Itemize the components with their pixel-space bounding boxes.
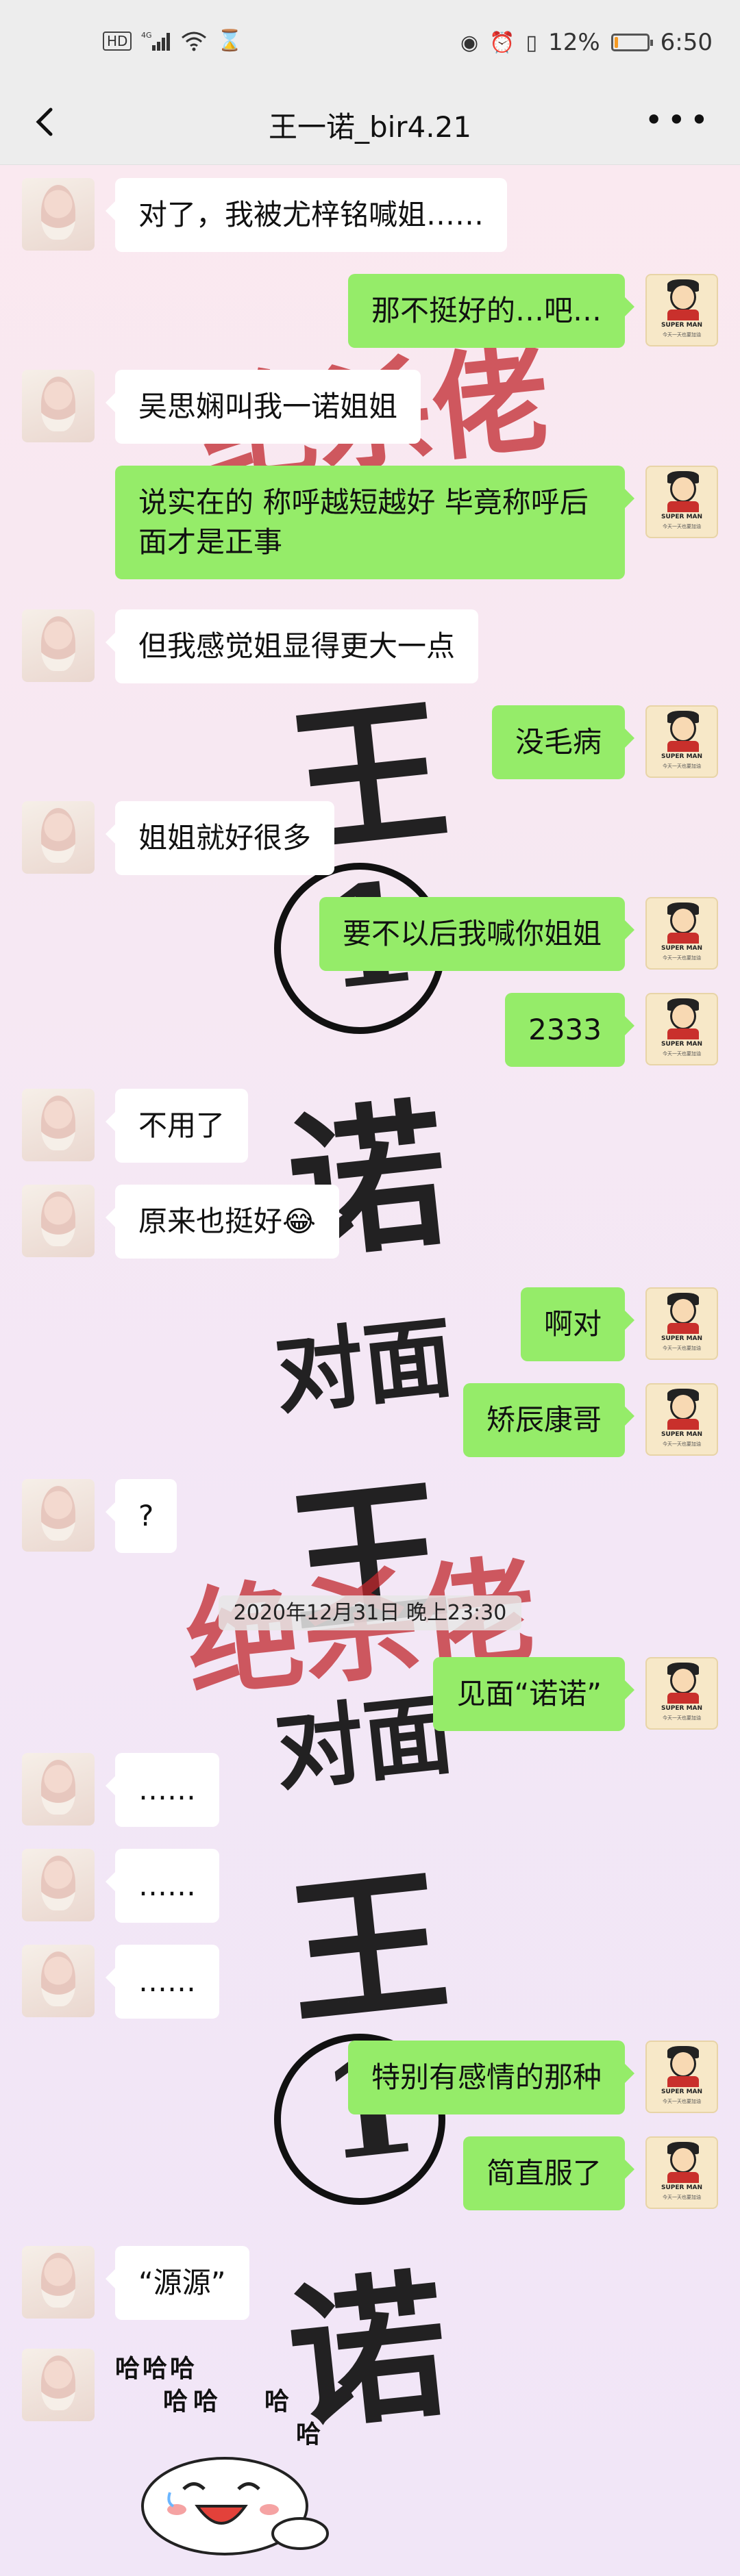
message-bubble[interactable]: 啊对 bbox=[520, 1287, 635, 1361]
avatar[interactable] bbox=[22, 1089, 95, 1161]
alarm-icon: ⏰ bbox=[489, 30, 515, 55]
sticker-text: 哈 bbox=[143, 2355, 168, 2383]
avatar[interactable]: SUPER MAN 今天一天也要加油 bbox=[645, 1383, 718, 1456]
message-bubble[interactable]: 说实在的 称呼越短越好 毕竟称呼后面才是正事 bbox=[115, 466, 634, 579]
message-bubble[interactable]: 简直服了 bbox=[463, 2136, 635, 2210]
avatar[interactable]: SUPER MAN 今天一天也要加油 bbox=[645, 897, 718, 970]
avatar[interactable]: SUPER MAN 今天一天也要加油 bbox=[645, 2041, 718, 2113]
hourglass-icon: ⌛ bbox=[217, 29, 243, 53]
status-right: ◉ ⏰ ▯ 12% 6:50 bbox=[460, 29, 713, 56]
avatar[interactable] bbox=[22, 2349, 95, 2421]
timestamp: 2020年12月31日 晚上23:30 bbox=[0, 1595, 740, 1630]
avatar[interactable] bbox=[22, 801, 95, 874]
laughing-bun-sticker[interactable]: 哈 哈 哈 哈 哈 哈 哈 bbox=[115, 2349, 362, 2568]
message-bubble[interactable]: 矫辰康哥 bbox=[463, 1383, 635, 1457]
message-bubble[interactable]: 但我感觉姐显得更大一点 bbox=[105, 609, 479, 683]
avatar[interactable] bbox=[22, 178, 95, 251]
message-bubble[interactable]: 原来也挺好😂 bbox=[105, 1185, 340, 1259]
avatar[interactable] bbox=[22, 1185, 95, 1257]
status-bar: HD 4G ⌛ ◉ ⏰ ▯ 12% 6:50 bbox=[0, 0, 740, 82]
message-bubble[interactable]: …… bbox=[106, 1849, 219, 1923]
message-bubble[interactable]: 2333 bbox=[505, 993, 634, 1067]
avatar[interactable]: SUPER MAN 今天一天也要加油 bbox=[645, 466, 718, 538]
avatar[interactable]: SUPER MAN 今天一天也要加油 bbox=[645, 705, 718, 778]
battery-icon bbox=[610, 34, 653, 51]
avatar[interactable] bbox=[22, 1479, 95, 1552]
sticker-text: 哈 bbox=[170, 2355, 195, 2383]
message-bubble[interactable]: 没毛病 bbox=[491, 705, 635, 779]
more-dots-icon[interactable]: ••• bbox=[645, 101, 713, 138]
message-bubble[interactable]: “源源” bbox=[106, 2246, 249, 2320]
sticker-text: 哈 bbox=[193, 2388, 219, 2416]
svg-text:4G: 4G bbox=[141, 31, 152, 40]
avatar[interactable] bbox=[22, 1945, 95, 2017]
4g-signal-icon: 4G bbox=[141, 31, 171, 51]
avatar[interactable]: SUPER MAN 今天一天也要加油 bbox=[645, 993, 718, 1065]
sticker-text: 哈 bbox=[264, 2388, 290, 2416]
clock: 6:50 bbox=[660, 29, 713, 56]
message-bubble[interactable]: 那不挺好的…吧… bbox=[347, 274, 635, 348]
wifi-icon bbox=[182, 31, 207, 51]
status-left: HD 4G ⌛ bbox=[103, 29, 243, 53]
message-bubble[interactable]: …… bbox=[106, 1945, 219, 2019]
battery-percent: 12% bbox=[548, 29, 600, 56]
avatar[interactable]: SUPER MAN 今天一天也要加油 bbox=[645, 274, 718, 346]
hd-icon: HD bbox=[103, 31, 132, 51]
avatar[interactable] bbox=[22, 1849, 95, 1921]
avatar[interactable] bbox=[22, 370, 95, 442]
bg-text: 对面 bbox=[269, 1680, 458, 1804]
laughing-bun-icon bbox=[141, 2457, 329, 2555]
message-bubble[interactable]: 姐姐就好很多 bbox=[105, 801, 335, 875]
message-bubble[interactable]: 特别有感情的那种 bbox=[347, 2041, 635, 2114]
message-bubble[interactable]: 要不以后我喊你姐姐 bbox=[319, 897, 635, 971]
message-bubble[interactable]: 不用了 bbox=[105, 1089, 249, 1163]
chat-header: 王一诺_bir4.21 ••• bbox=[0, 82, 740, 165]
avatar[interactable]: SUPER MAN 今天一天也要加油 bbox=[645, 1657, 718, 1730]
message-bubble[interactable]: …… bbox=[106, 1753, 219, 1827]
message-bubble[interactable]: 吴思娴叫我一诺姐姐 bbox=[105, 370, 421, 444]
avatar[interactable]: SUPER MAN 今天一天也要加油 bbox=[645, 1287, 718, 1360]
bg-text: 对面 bbox=[269, 1304, 458, 1428]
bg-text: 王 bbox=[280, 1848, 456, 2049]
chat-title: 王一诺_bir4.21 bbox=[268, 110, 472, 144]
message-bubble[interactable]: ? bbox=[105, 1479, 177, 1553]
message-bubble[interactable]: 对了，我被尤梓铭喊姐…… bbox=[105, 178, 508, 252]
eye-icon: ◉ bbox=[460, 30, 479, 55]
avatar[interactable] bbox=[22, 609, 95, 682]
avatar[interactable] bbox=[22, 1753, 95, 1826]
avatar[interactable] bbox=[22, 2246, 95, 2319]
vibrate-icon: ▯ bbox=[526, 30, 538, 55]
sticker-text: 哈 bbox=[163, 2388, 188, 2416]
avatar[interactable]: SUPER MAN 今天一天也要加油 bbox=[645, 2136, 718, 2209]
sticker-text: 哈 bbox=[115, 2355, 140, 2383]
message-bubble[interactable]: 见面“诺诺” bbox=[433, 1657, 634, 1731]
